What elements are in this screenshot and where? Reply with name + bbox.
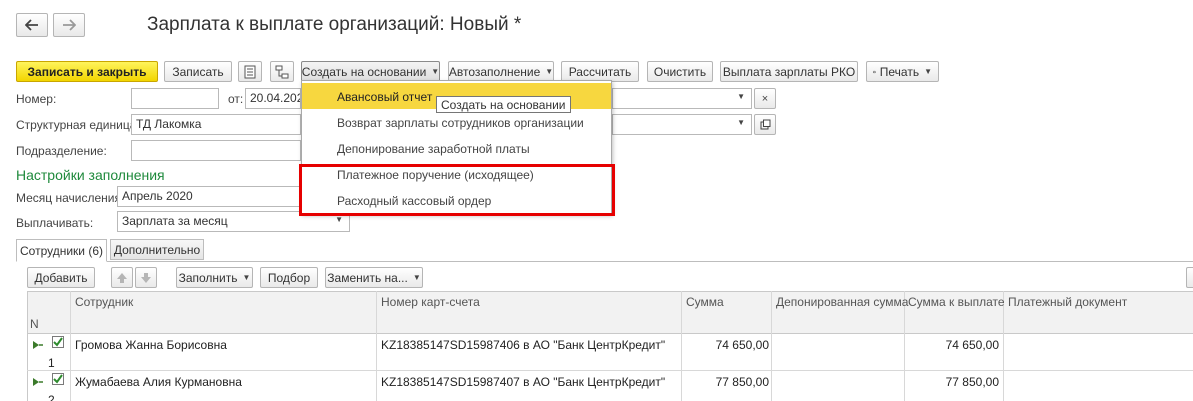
save-close-button[interactable]: Записать и закрыть — [16, 61, 158, 82]
tab-employees[interactable]: Сотрудники (6) — [16, 239, 107, 262]
add-button[interactable]: Добавить — [27, 267, 95, 288]
cell-employee: Громова Жанна Борисовна — [75, 338, 227, 352]
printer-icon — [873, 70, 876, 73]
chevron-down-icon[interactable]: ▼ — [335, 215, 343, 224]
highlight-box — [299, 164, 615, 216]
more-button[interactable] — [1186, 267, 1193, 288]
report-icon — [244, 65, 256, 78]
cell-to-pay: 74 650,00 — [945, 338, 999, 352]
chevron-down-icon: ▼ — [431, 67, 440, 76]
cell-card: KZ18385147SD15987407 в АО "Банк ЦентрКре… — [381, 375, 666, 389]
header-n[interactable]: N — [30, 317, 39, 331]
pay-value: Зарплата за месяц — [122, 214, 228, 228]
settings-title: Настройки заполнения — [16, 167, 165, 183]
fill-label: Заполнить — [178, 270, 238, 285]
date-field[interactable]: 20.04.2020 — [245, 88, 301, 109]
check-icon — [53, 337, 63, 347]
autofill-button[interactable]: Автозаполнение ▼ — [448, 61, 554, 82]
subdivision-label: Подразделение: — [16, 144, 107, 158]
tooltip: Создать на основании — [436, 96, 571, 113]
cell-employee: Жумабаева Алия Курмановна — [75, 375, 242, 389]
menu-item-deposit[interactable]: Депонирование заработной платы — [302, 135, 611, 161]
move-down-button[interactable] — [135, 267, 157, 288]
header-employee[interactable]: Сотрудник — [75, 295, 133, 309]
chevron-down-icon: ▼ — [924, 67, 932, 76]
calculate-button[interactable]: Рассчитать — [561, 61, 639, 82]
clear-button[interactable]: Очистить — [647, 61, 713, 82]
arrow-up-icon — [117, 272, 127, 283]
cell-sum: 77 850,00 — [715, 375, 769, 389]
clear-field-button[interactable]: × — [754, 88, 776, 109]
header-payment-doc[interactable]: Платежный документ — [1008, 295, 1127, 309]
create-based-button[interactable]: Создать на основании ▼ — [301, 61, 440, 82]
chevron-down-icon[interactable]: ▼ — [737, 118, 745, 127]
pay-label: Выплачивать: — [16, 216, 94, 230]
create-based-label: Создать на основании — [301, 64, 427, 79]
header-sum[interactable]: Сумма — [686, 295, 724, 309]
fill-button[interactable]: Заполнить ▼ — [176, 267, 253, 288]
subdivision-field[interactable] — [131, 140, 301, 161]
accrual-month-label: Месяц начисления: — [16, 191, 125, 205]
cell-card: KZ18385147SD15987406 в АО "Банк ЦентрКре… — [381, 338, 666, 352]
struct-unit-field[interactable]: ТД Лакомка — [131, 114, 301, 135]
chevron-down-icon[interactable]: ▼ — [737, 92, 745, 101]
structure-button[interactable] — [270, 61, 294, 82]
row-arrow-icon — [33, 378, 43, 386]
hierarchy-icon — [275, 65, 289, 78]
table-row[interactable]: 1 Громова Жанна Борисовна KZ18385147SD15… — [28, 333, 1193, 370]
organization-field[interactable]: ▼ — [612, 88, 752, 109]
checkbox[interactable] — [52, 373, 64, 385]
header-deposited[interactable]: Депонированная сумма — [776, 295, 908, 309]
payout-rko-button[interactable]: Выплата зарплаты РКО — [720, 61, 858, 82]
select-button[interactable]: Подбор — [260, 267, 318, 288]
move-up-button[interactable] — [111, 267, 133, 288]
save-button[interactable]: Записать — [164, 61, 232, 82]
chevron-down-icon: ▼ — [545, 67, 554, 76]
date-label: от: — [228, 92, 244, 106]
open-window-icon — [760, 119, 770, 130]
check-icon — [53, 374, 63, 384]
arrow-left-icon — [25, 19, 38, 31]
row-arrow-icon — [33, 341, 43, 349]
cell-to-pay: 77 850,00 — [945, 375, 999, 389]
number-label: Номер: — [16, 92, 57, 106]
struct-unit-field-ext[interactable]: ▼ — [612, 114, 752, 135]
open-button[interactable] — [754, 114, 776, 135]
tab-additional[interactable]: Дополнительно — [110, 239, 204, 260]
arrow-down-icon — [141, 272, 151, 283]
row-number: 2 — [48, 393, 55, 401]
chevron-down-icon: ▼ — [412, 273, 421, 282]
chevron-down-icon: ▼ — [242, 273, 251, 282]
forward-button[interactable] — [53, 13, 85, 37]
print-button[interactable]: Печать ▼ — [866, 61, 939, 82]
cell-sum: 74 650,00 — [715, 338, 769, 352]
number-field[interactable] — [131, 88, 219, 109]
header-card[interactable]: Номер карт-счета — [381, 295, 480, 309]
back-button[interactable] — [16, 13, 48, 37]
print-label: Печать — [879, 64, 920, 79]
replace-button[interactable]: Заменить на... ▼ — [325, 267, 423, 288]
accrual-month-field[interactable]: Апрель 2020 — [117, 186, 301, 207]
tab-panel-border — [16, 261, 1193, 262]
replace-label: Заменить на... — [327, 270, 408, 285]
row-number: 1 — [48, 356, 55, 370]
report-button[interactable] — [238, 61, 262, 82]
checkbox[interactable] — [52, 336, 64, 348]
window-title: Зарплата к выплате организаций: Новый * — [147, 14, 522, 35]
header-to-pay[interactable]: Сумма к выплате — [908, 295, 1005, 309]
table-row[interactable]: 2 Жумабаева Алия Курмановна KZ18385147SD… — [28, 371, 1193, 401]
autofill-label: Автозаполнение — [448, 64, 541, 79]
close-icon: × — [761, 92, 769, 105]
struct-unit-label: Структурная единица: — [16, 118, 140, 132]
arrow-right-icon — [63, 19, 76, 31]
